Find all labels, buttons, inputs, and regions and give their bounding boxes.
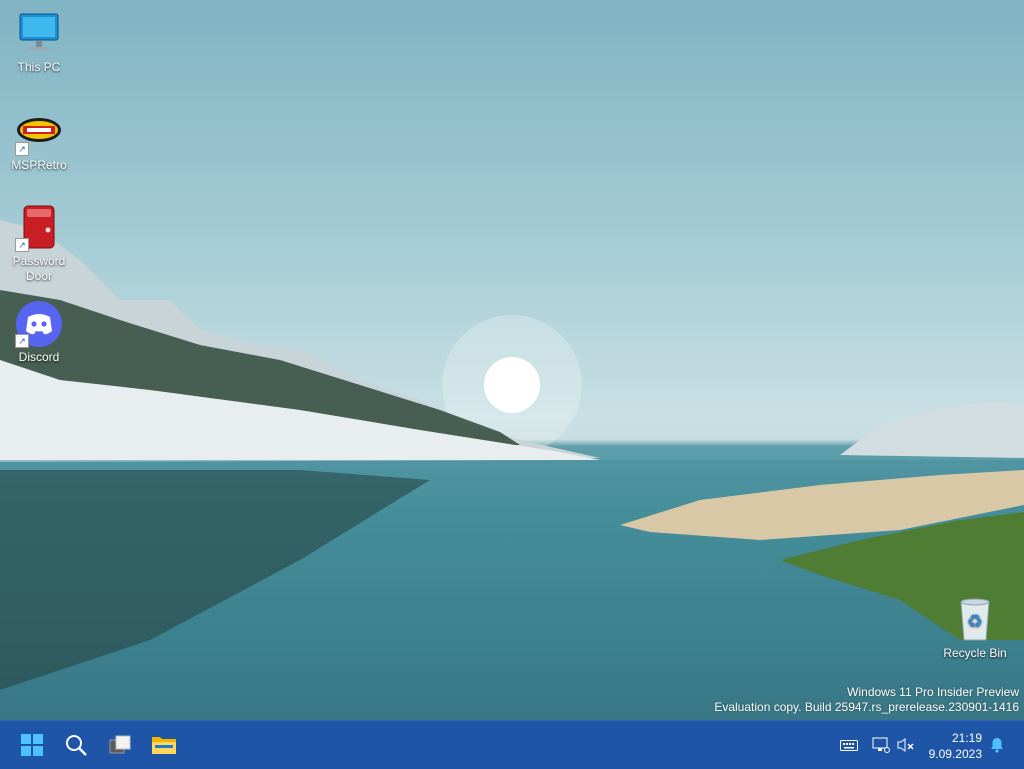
task-view-icon (109, 735, 131, 754)
volume-button[interactable] (896, 721, 916, 769)
desktop-icon-label: Recycle Bin (943, 646, 1007, 660)
watermark-line-1: Windows 11 Pro Insider Preview (847, 685, 1019, 699)
taskbar: 21:19 9.09.2023 (0, 720, 1024, 769)
shortcut-arrow-icon: ↗ (15, 334, 29, 348)
clock-time: 21:19 (951, 731, 982, 745)
start-icon (21, 734, 43, 756)
wallpaper-landscape (0, 220, 1024, 720)
notification-bell-icon (991, 738, 1003, 753)
this-pc-icon (15, 10, 63, 58)
desktop-icon-this-pc[interactable]: This PC (1, 10, 77, 75)
shortcut-arrow-icon: ↗ (15, 142, 29, 156)
keyboard-icon (840, 740, 858, 751)
msp-retro-icon: ↗ (15, 108, 63, 156)
shortcut-arrow-icon: ↗ (15, 238, 29, 252)
desktop-icon-recycle-bin[interactable]: ♻ Recycle Bin (937, 596, 1013, 661)
desktop-icon-label: This PC (17, 60, 61, 74)
keyboard-button[interactable] (838, 721, 860, 769)
watermark-line-2: Evaluation copy. Build 25947.rs_prerelea… (714, 700, 1019, 714)
clock-date: 9.09.2023 (928, 747, 982, 761)
discord-icon: ↗ (15, 300, 63, 348)
network-button[interactable] (870, 721, 892, 769)
network-icon (872, 737, 890, 753)
start-button[interactable] (12, 725, 52, 765)
desktop[interactable]: This PC ↗ MSPRetro ↗ Password Door ↗ Dis… (0, 0, 1024, 720)
notification-button[interactable] (986, 721, 1008, 769)
desktop-icon-label: Discord (18, 350, 60, 364)
desktop-icon-msp-retro[interactable]: ↗ MSPRetro (1, 108, 77, 173)
recycle-bin-icon: ♻ (951, 596, 999, 644)
desktop-icon-label: Password Door (12, 254, 66, 283)
search-button[interactable] (56, 725, 96, 765)
clock[interactable]: 21:19 9.09.2023 (929, 730, 982, 762)
svg-text:♻: ♻ (967, 611, 983, 632)
desktop-icon-label: MSPRetro (11, 158, 67, 172)
task-view-button[interactable] (100, 725, 140, 765)
file-explorer-button[interactable] (144, 725, 184, 765)
search-icon (66, 735, 87, 756)
desktop-icon-discord[interactable]: ↗ Discord (1, 300, 77, 365)
evaluation-watermark: Windows 11 Pro Insider Preview Evaluatio… (714, 685, 1019, 715)
volume-muted-icon (897, 738, 914, 752)
desktop-icon-password-door[interactable]: ↗ Password Door (1, 204, 77, 284)
password-door-icon: ↗ (15, 204, 63, 252)
file-explorer-icon (152, 737, 176, 754)
